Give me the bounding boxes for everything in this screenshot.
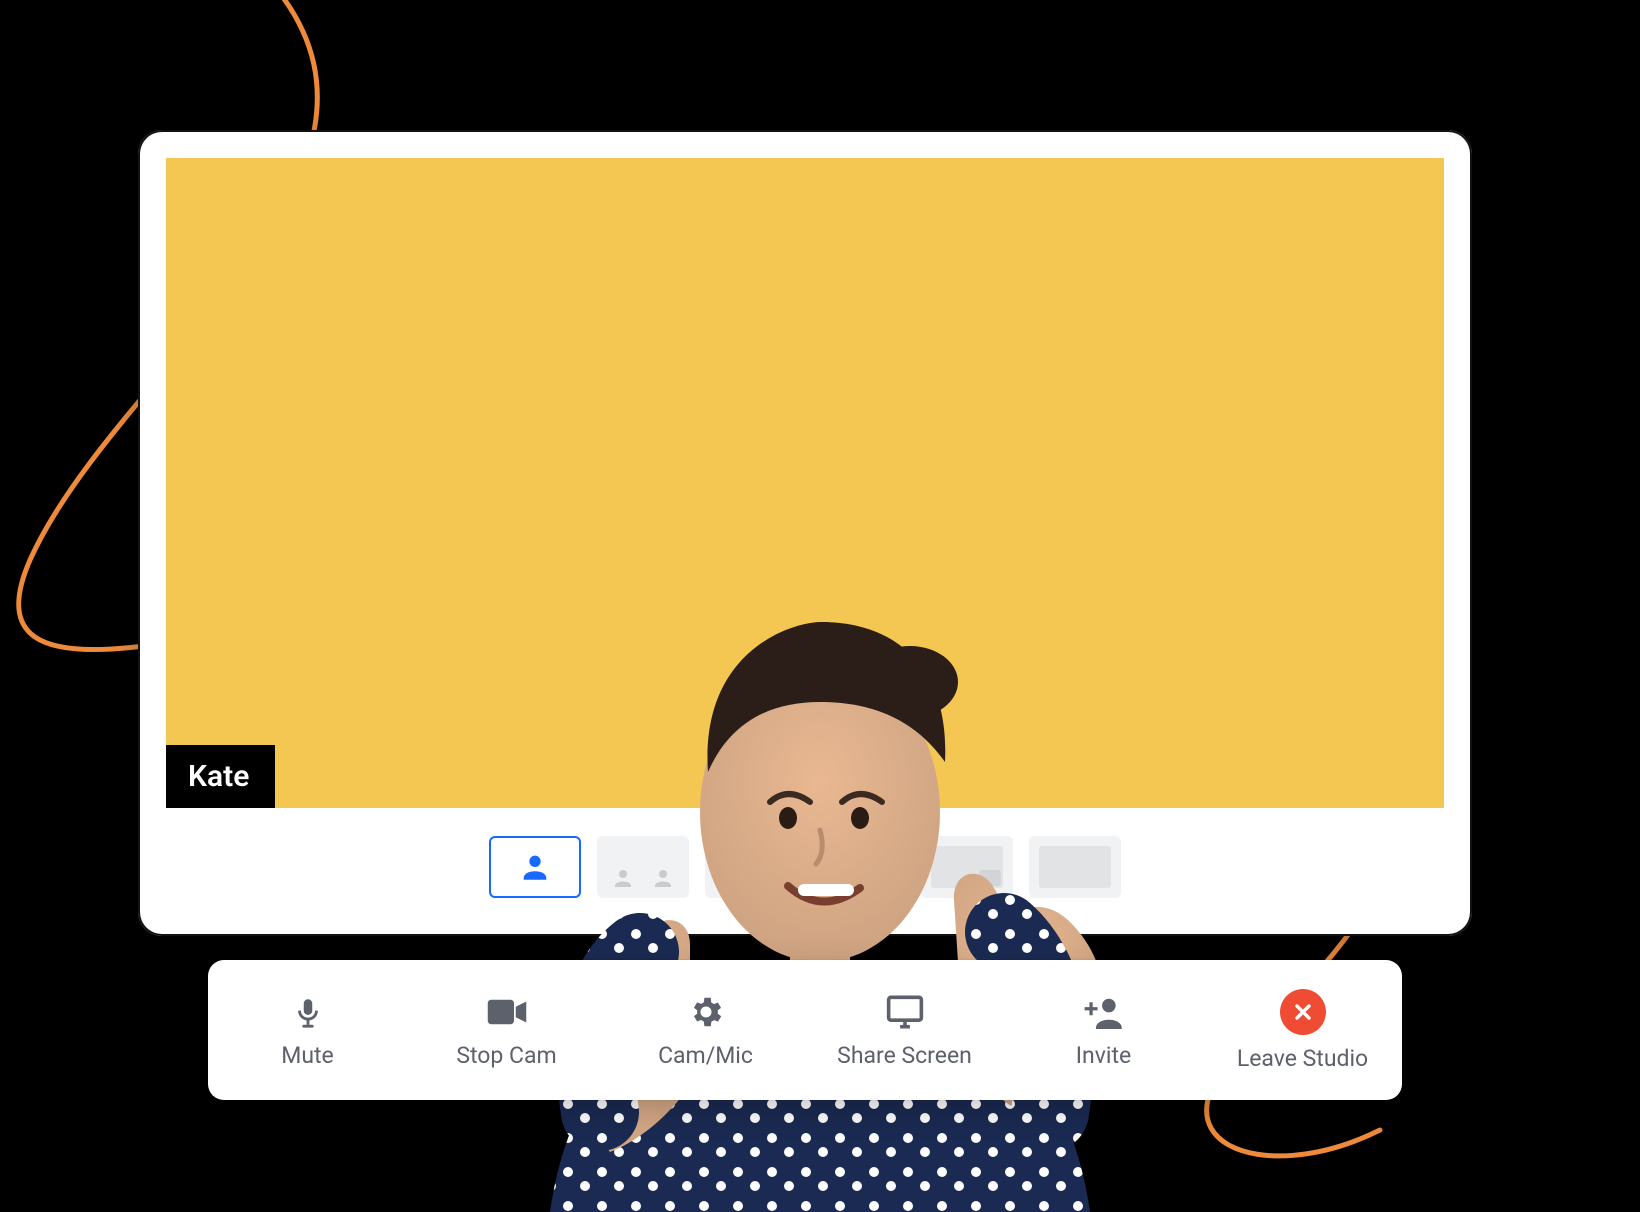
stop-cam-label: Stop Cam xyxy=(456,1042,556,1069)
participant-name-tag: Kate xyxy=(166,745,275,808)
layout-two-up[interactable] xyxy=(597,836,689,898)
close-icon xyxy=(1280,989,1326,1035)
invite-button[interactable]: Invite xyxy=(1004,960,1203,1100)
layout-screen-pip[interactable] xyxy=(921,836,1013,898)
invite-label: Invite xyxy=(1076,1042,1131,1069)
person-add-icon xyxy=(1082,992,1126,1032)
layout-single[interactable] xyxy=(489,836,581,898)
video-camera-icon xyxy=(485,992,529,1032)
cam-mic-button[interactable]: Cam/Mic xyxy=(606,960,805,1100)
monitor-icon xyxy=(883,992,927,1032)
layout-screen-right[interactable] xyxy=(813,836,905,898)
gear-icon xyxy=(684,992,728,1032)
layout-blank[interactable] xyxy=(1029,836,1121,898)
participant-name: Kate xyxy=(188,759,249,794)
mute-label: Mute xyxy=(281,1042,333,1069)
cam-mic-label: Cam/Mic xyxy=(658,1042,753,1069)
participant-video: Kate xyxy=(166,158,1444,808)
control-toolbar: Mute Stop Cam Cam/Mic Share Screen Invit… xyxy=(208,960,1402,1100)
leave-studio-button[interactable]: Leave Studio xyxy=(1203,960,1402,1100)
share-screen-button[interactable]: Share Screen xyxy=(805,960,1004,1100)
leave-studio-label: Leave Studio xyxy=(1237,1045,1368,1072)
microphone-icon xyxy=(286,992,330,1032)
stop-cam-button[interactable]: Stop Cam xyxy=(407,960,606,1100)
mute-button[interactable]: Mute xyxy=(208,960,407,1100)
layout-picker xyxy=(166,808,1444,908)
share-screen-label: Share Screen xyxy=(837,1042,972,1069)
studio-window: Kate xyxy=(138,130,1472,936)
layout-three-up[interactable] xyxy=(705,836,797,898)
